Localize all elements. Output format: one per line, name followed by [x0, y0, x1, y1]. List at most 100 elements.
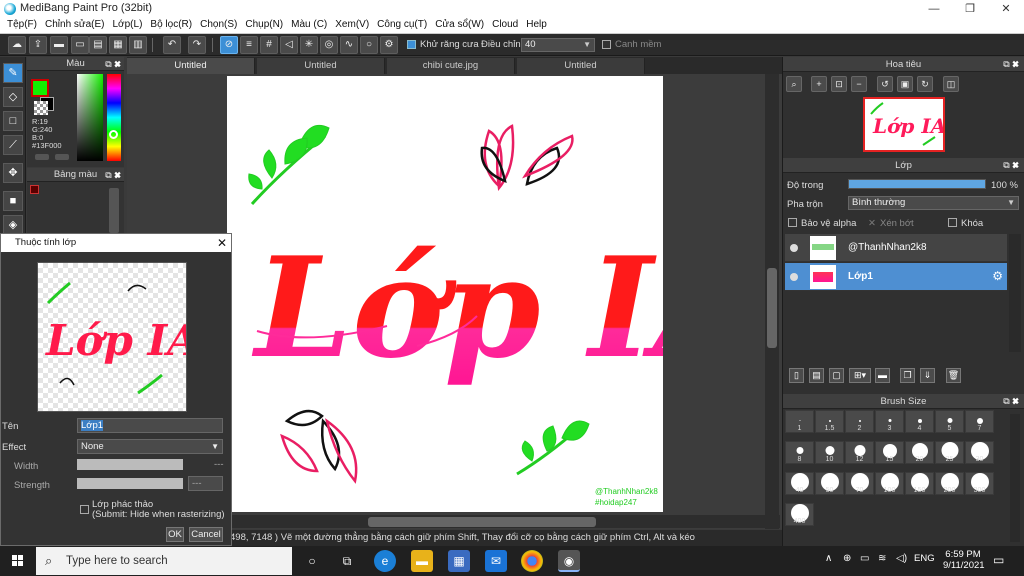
brush-size-cell[interactable]: 5 — [935, 410, 964, 433]
grid-icon[interactable]: ▦ — [109, 36, 127, 54]
hue-slider[interactable] — [107, 74, 121, 161]
layer-visibility-icon[interactable] — [790, 273, 798, 281]
brush-size-scrollbar[interactable] — [1010, 414, 1020, 542]
brush-size-cell[interactable]: 10 — [815, 441, 844, 464]
flip-icon[interactable]: ◫ — [943, 76, 959, 92]
brush-size-cell[interactable]: 200 — [935, 472, 964, 495]
palette-swatch[interactable] — [30, 185, 39, 194]
blend-mode-dropdown[interactable]: Bình thường ▼ — [848, 196, 1019, 210]
curve-snap-icon[interactable]: ∿ — [340, 36, 358, 54]
brush-size-cell[interactable]: 100 — [875, 472, 904, 495]
layer-name-input[interactable]: Lớp1 — [77, 418, 223, 433]
brush-size-cell[interactable]: 50 — [815, 472, 844, 495]
chrome-icon[interactable] — [521, 550, 543, 572]
rotate-right-icon[interactable]: ↻ — [917, 76, 933, 92]
artboard[interactable]: Lớp IA @ThanhNhan2k8 #hoidap247 — [227, 76, 760, 512]
move-tool-icon[interactable]: ✥ — [3, 163, 23, 183]
tray-wifi-icon[interactable]: ≋ — [878, 553, 886, 564]
dialog-close-icon[interactable]: ✕ — [217, 234, 227, 252]
brush-size-cell[interactable]: 8 — [785, 441, 814, 464]
file-explorer-icon[interactable]: ▬ — [411, 550, 433, 572]
lock-checkbox[interactable] — [948, 218, 957, 227]
comment-icon[interactable]: ▬ — [50, 36, 68, 54]
clipping-checkbox-x[interactable]: ✕ — [868, 218, 876, 229]
tab-chibi-cute[interactable]: chibi cute.jpg — [387, 58, 515, 74]
adjust-dropdown[interactable]: 40 ▼ — [521, 38, 595, 52]
new-1bit-layer-icon[interactable]: ▢ — [829, 368, 844, 383]
actual-size-icon[interactable]: ▣ — [897, 76, 913, 92]
new-folder-icon[interactable]: ▬ — [875, 368, 890, 383]
cross-snap-icon[interactable]: # — [260, 36, 278, 54]
windows-start-icon[interactable] — [0, 546, 36, 576]
brush-size-cell[interactable]: 25 — [935, 441, 964, 464]
menu-file[interactable]: Tệp(F) — [4, 18, 42, 33]
cancel-button[interactable]: Cancel — [189, 527, 223, 542]
new-halftone-layer-icon[interactable]: ▤ — [809, 368, 824, 383]
tray-battery-icon[interactable]: ▭ — [860, 553, 869, 564]
delete-layer-icon[interactable]: 🗑 — [946, 368, 961, 383]
layer-visibility-icon[interactable] — [790, 244, 798, 252]
foreground-color-swatch[interactable] — [31, 79, 49, 97]
notification-icon[interactable]: ▭ — [993, 553, 1004, 567]
zoom-in-icon[interactable]: + — [811, 76, 827, 92]
medibang-taskbar-icon[interactable]: ◉ — [558, 550, 580, 572]
upload-icon[interactable]: ⇪ — [29, 36, 47, 54]
color-mode-toggle[interactable] — [35, 154, 49, 160]
rect-tool-icon[interactable]: □ — [3, 111, 23, 131]
tray-chevron-icon[interactable]: ∧ — [825, 553, 832, 564]
brush-tool-icon[interactable]: ✎ — [3, 63, 23, 83]
menu-view[interactable]: Xem(V) — [332, 18, 374, 33]
effect-dropdown[interactable]: None ▼ — [77, 439, 223, 454]
cortana-icon[interactable]: ○ — [301, 550, 323, 572]
brush-size-cell[interactable]: 30 — [965, 441, 994, 464]
layer-row[interactable]: Lớp1 ⚙ — [785, 263, 1007, 291]
menu-select[interactable]: Chọn(S) — [197, 18, 242, 33]
menu-color[interactable]: Màu (C) — [288, 18, 332, 33]
brush-size-cell[interactable]: 15 — [875, 441, 904, 464]
task-view-icon[interactable]: ⧉ — [336, 550, 358, 572]
store-icon[interactable]: ▦ — [448, 550, 470, 572]
hue-slider-handle[interactable] — [109, 130, 118, 139]
rotate-left-icon[interactable]: ↺ — [877, 76, 893, 92]
tab-untitled-3[interactable]: Untitled — [517, 58, 645, 74]
zoom-reset-icon[interactable]: ⌕ — [786, 76, 802, 92]
parallel-snap-icon[interactable]: ≡ — [240, 36, 258, 54]
canvas-horizontal-scroll-thumb[interactable] — [368, 517, 596, 527]
navigator-thumbnail[interactable]: Lớp IA — [863, 97, 945, 152]
snap-off-icon[interactable]: ⊘ — [220, 36, 238, 54]
menu-layer[interactable]: Lớp(L) — [110, 18, 148, 33]
palette-scrollbar[interactable] — [109, 188, 119, 233]
brush-size-cell[interactable]: 300 — [965, 472, 994, 495]
duplicate-layer-icon[interactable]: ❐ — [900, 368, 915, 383]
close-button[interactable]: ✕ — [988, 0, 1024, 18]
tab-untitled-2[interactable]: Untitled — [257, 58, 385, 74]
brush-size-cell[interactable]: 1.5 — [815, 410, 844, 433]
fit-icon[interactable]: ⊡ — [831, 76, 847, 92]
new-layer-icon[interactable]: ▯ — [789, 368, 804, 383]
pen-tool-icon[interactable]: ⟋ — [3, 135, 23, 155]
radial-snap-icon[interactable]: ✳ — [300, 36, 318, 54]
brush-size-cell[interactable]: 7 — [965, 410, 994, 433]
tray-network-app-icon[interactable]: ⊕ — [843, 553, 851, 564]
canvas-vertical-scroll-thumb[interactable] — [767, 268, 777, 348]
menu-snap[interactable]: Chụp(N) — [242, 18, 288, 33]
vanish-snap-icon[interactable]: ◁ — [280, 36, 298, 54]
menu-help[interactable]: Help — [523, 18, 552, 33]
transparent-swatch[interactable] — [34, 101, 48, 115]
strength-slider[interactable] — [77, 478, 183, 489]
mail-icon[interactable]: ✉ — [485, 550, 507, 572]
tray-volume-icon[interactable]: ◁) — [896, 553, 907, 564]
eraser-tool-icon[interactable]: ◇ — [3, 87, 23, 107]
saturation-value-picker[interactable] — [77, 74, 103, 161]
brush-size-cell[interactable]: 1 — [785, 410, 814, 433]
tray-language[interactable]: ENG — [914, 553, 935, 564]
opacity-slider[interactable] — [848, 179, 986, 189]
brush-size-cell[interactable]: 70 — [845, 472, 874, 495]
undo-icon[interactable]: ↶ — [163, 36, 181, 54]
fill-tool-icon[interactable]: ■ — [3, 191, 23, 211]
tray-clock[interactable]: 6:59 PM 9/11/2021 — [943, 549, 985, 571]
brush-size-cell[interactable]: 12 — [845, 441, 874, 464]
save-icon[interactable]: ▤ — [89, 36, 107, 54]
brush-size-cell[interactable]: 3 — [875, 410, 904, 433]
minimize-button[interactable]: — — [916, 0, 952, 18]
